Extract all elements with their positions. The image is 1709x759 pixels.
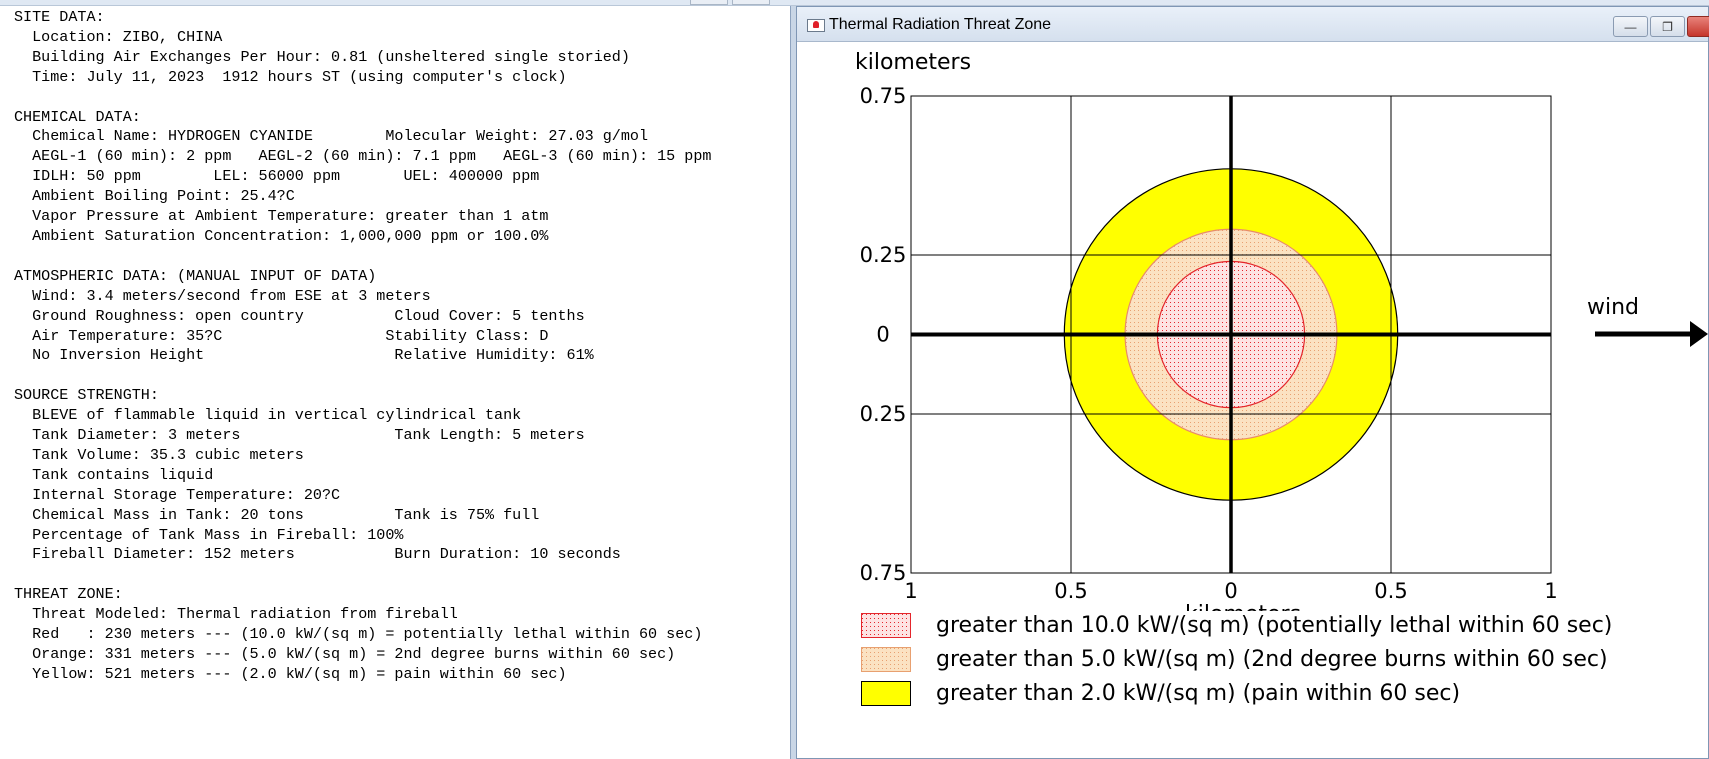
legend-label-yellow: greater than 2.0 kW/(sq m) (pain within … bbox=[936, 681, 1461, 706]
close-button[interactable] bbox=[1687, 16, 1709, 37]
parent-maximize-button[interactable] bbox=[732, 0, 770, 5]
wind-label: wind bbox=[1587, 295, 1639, 320]
threat-zone-plot: 10.500.510.750.2500.250.75kilometerskilo… bbox=[855, 50, 1708, 611]
threat-zone-window: Thermal Radiation Threat Zone — ❐ 1 0.5 0 0… bbox=[796, 6, 1709, 759]
text-summary-report: SITE DATA: Location: ZIBO, CHINA Buildin… bbox=[14, 8, 712, 683]
minimize-button[interactable]: — bbox=[1613, 16, 1648, 37]
x-tick-label: 0 bbox=[1224, 579, 1237, 603]
legend-swatch-orange bbox=[861, 647, 911, 672]
restore-icon: ❐ bbox=[1662, 19, 1673, 34]
wind-arrow-icon bbox=[1690, 321, 1708, 347]
x-tick-label: 0.5 bbox=[1374, 579, 1407, 603]
legend-swatch-yellow bbox=[861, 681, 911, 706]
y-tick-label: 0 bbox=[876, 323, 889, 347]
y-tick-label: 0.25 bbox=[860, 243, 907, 267]
x-tick-label: 1 bbox=[1544, 579, 1557, 603]
window-titlebar[interactable]: Thermal Radiation Threat Zone — ❐ bbox=[797, 7, 1709, 42]
window-title: Thermal Radiation Threat Zone bbox=[829, 16, 1052, 33]
text-summary-window: SITE DATA: Location: ZIBO, CHINA Buildin… bbox=[0, 6, 790, 759]
legend-swatch-red bbox=[861, 613, 911, 638]
y-axis-label: kilometers bbox=[855, 50, 971, 75]
y-tick-label: 0.75 bbox=[860, 84, 907, 108]
y-tick-label: 0.25 bbox=[860, 402, 907, 426]
legend-label-red: greater than 10.0 kW/(sq m) (potentially… bbox=[936, 613, 1613, 638]
x-axis-label: kilometers bbox=[1185, 602, 1301, 611]
y-tick-label: 0.75 bbox=[860, 561, 907, 585]
app-icon bbox=[807, 19, 825, 32]
minimize-icon: — bbox=[1624, 19, 1637, 34]
x-tick-label: 0.5 bbox=[1054, 579, 1087, 603]
maximize-button[interactable]: ❐ bbox=[1650, 16, 1685, 37]
parent-minimize-button[interactable] bbox=[690, 0, 728, 5]
legend-label-orange: greater than 5.0 kW/(sq m) (2nd degree b… bbox=[936, 647, 1608, 672]
